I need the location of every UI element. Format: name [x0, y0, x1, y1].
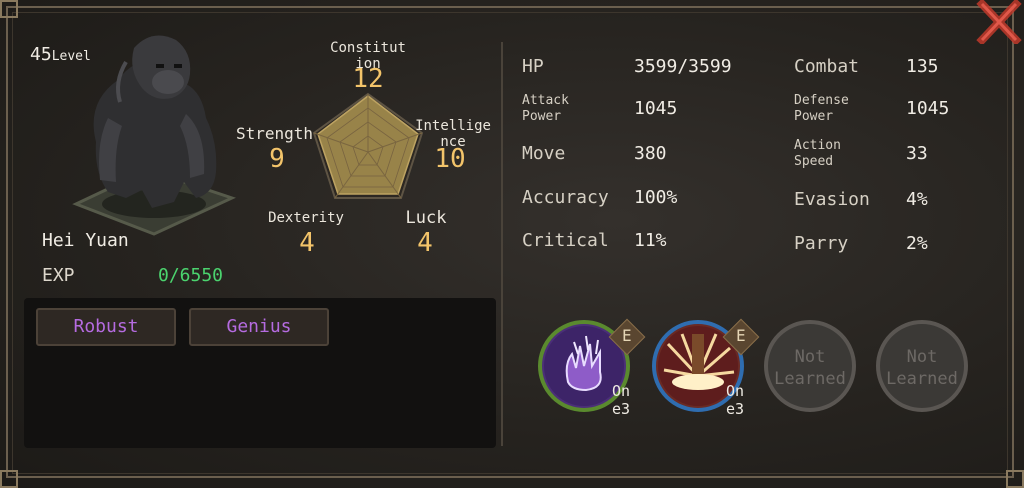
constitution-value: 12 [352, 64, 384, 94]
stat-critical-label: Critical [522, 230, 609, 251]
close-button[interactable] [976, 0, 1022, 46]
luck-value: 4 [417, 228, 433, 258]
stat-accuracy-value: 100% [634, 187, 678, 208]
attribute-radar-chart [312, 92, 424, 199]
character-name: Hei Yuan [42, 230, 129, 251]
skill-slot-3[interactable]: Not Learned [764, 320, 856, 412]
strength-label: Strength [236, 124, 314, 143]
stat-action-speed-label: Action Speed [794, 138, 841, 169]
frame-corner-ornament [1006, 470, 1024, 488]
exp-value: 0/6550 [158, 265, 224, 286]
frame-corner-ornament [0, 0, 18, 18]
skill-1-badge-letter: E [622, 326, 632, 345]
stat-defense-power-value: 1045 [906, 98, 950, 119]
skill-slot-4[interactable]: Not Learned [876, 320, 968, 412]
exp-label: EXP [42, 265, 75, 286]
stat-parry-value: 2% [906, 233, 928, 254]
stat-defense-power-label: Defense Power [794, 93, 849, 124]
skill-2-tag: On e3 [725, 382, 745, 418]
stat-critical-value: 11% [634, 230, 667, 251]
trait-genius[interactable]: Genius [189, 308, 329, 346]
skill-1-tag: On e3 [611, 382, 631, 418]
stat-action-speed-value: 33 [906, 143, 928, 164]
stat-evasion-label: Evasion [794, 189, 870, 210]
stat-attack-power-value: 1045 [634, 98, 678, 119]
intelligence-value: 10 [434, 144, 466, 174]
stat-attack-power-label: Attack Power [522, 93, 569, 124]
luck-label: Luck [405, 208, 447, 228]
stat-parry-label: Parry [794, 233, 849, 254]
stat-combat-value: 135 [906, 56, 939, 77]
stat-accuracy-label: Accuracy [522, 187, 609, 208]
stat-move-value: 380 [634, 143, 667, 164]
stat-evasion-value: 4% [906, 189, 928, 210]
skill-3-not-learned-label: Not Learned [774, 347, 846, 389]
skill-2-badge-letter: E [736, 326, 746, 345]
stat-move-label: Move [522, 143, 566, 164]
skill-4-not-learned-label: Not Learned [886, 347, 958, 389]
frame-corner-ornament [0, 470, 18, 488]
dexterity-label: Dexterity [268, 210, 344, 226]
stat-hp-label: HP [522, 56, 544, 77]
character-level: 45Level [30, 44, 91, 65]
close-icon [976, 0, 1022, 46]
section-divider [501, 42, 503, 446]
trait-robust[interactable]: Robust [36, 308, 176, 346]
dexterity-value: 4 [299, 228, 315, 258]
stat-hp-value: 3599/3599 [634, 56, 732, 77]
stat-combat-label: Combat [794, 56, 860, 77]
strength-value: 9 [269, 144, 285, 174]
